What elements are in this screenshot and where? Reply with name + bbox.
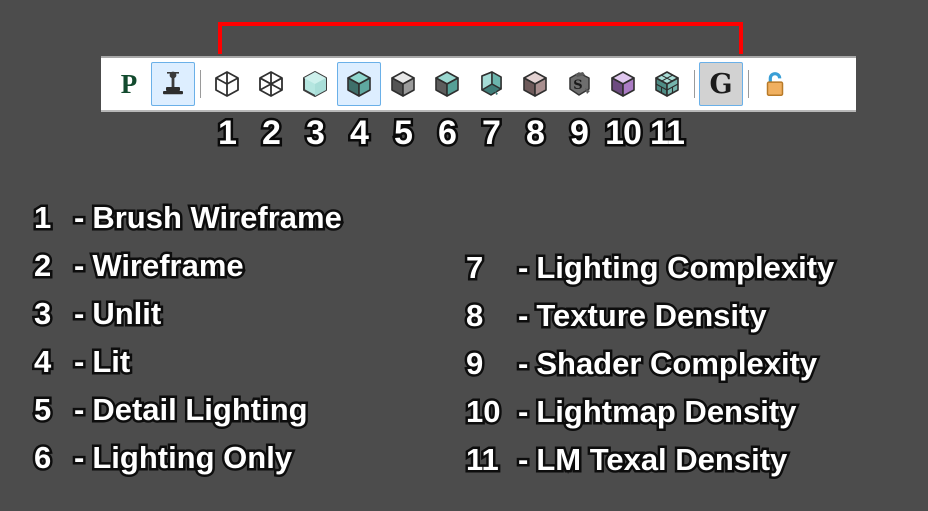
legend-item-4: 4 - Lit xyxy=(32,344,342,394)
lighting-tool-button[interactable] xyxy=(151,62,195,106)
legend-dash-1: - xyxy=(71,200,86,236)
legend-item-10: 10 - Lightmap Density xyxy=(464,394,834,444)
view-wireframe-button[interactable] xyxy=(249,62,293,106)
game-view-toggle-button[interactable]: G xyxy=(699,62,743,106)
number-label-8: 8 xyxy=(524,114,548,153)
texture-density-cube-icon xyxy=(523,71,547,97)
view-shader-complexity-button[interactable]: S xyxy=(557,62,601,106)
legend-item-9: 9 - Shader Complexity xyxy=(464,346,834,396)
number-label-4: 4 xyxy=(348,114,372,153)
legend-number-1: 1 xyxy=(32,200,54,236)
toolbar-separator-3 xyxy=(743,69,753,99)
legend-column-left: 1 - Brush Wireframe 2 - Wireframe 3 - Un… xyxy=(32,200,345,490)
number-label-11: 11 xyxy=(648,114,688,153)
number-label-10: 10 xyxy=(603,114,645,153)
letter-g-icon: G xyxy=(709,68,733,100)
legend-text-6: Lighting Only xyxy=(90,440,295,476)
legend-number-9: 9 xyxy=(464,346,486,382)
legend-item-11: 11 - LM Texal Density xyxy=(464,442,834,492)
legend-number-8: 8 xyxy=(464,298,486,334)
view-brush-wireframe-button[interactable] xyxy=(205,62,249,106)
legend-text-1: Brush Wireframe xyxy=(90,200,345,236)
view-texture-density-button[interactable] xyxy=(513,62,557,106)
lightmap-density-cube-icon xyxy=(611,71,635,97)
legend-dash-5: - xyxy=(71,392,86,428)
viewmode-toolbar: P S G xyxy=(101,56,856,112)
view-unlit-button[interactable] xyxy=(293,62,337,106)
legend-dash-9: - xyxy=(515,346,530,382)
p-button[interactable]: P xyxy=(107,62,151,106)
legend-column-right: 7 - Lighting Complexity 8 - Texture Dens… xyxy=(464,250,837,492)
unlit-cube-icon xyxy=(303,71,327,97)
legend-item-2: 2 - Wireframe xyxy=(32,248,342,298)
legend-item-7: 7 - Lighting Complexity xyxy=(464,250,837,300)
number-label-6: 6 xyxy=(436,114,460,153)
view-detail-lighting-button[interactable] xyxy=(381,62,425,106)
legend-number-7: 7 xyxy=(464,250,486,286)
legend-text-8: Texture Density xyxy=(534,298,769,334)
legend-dash-3: - xyxy=(71,296,86,332)
view-lighting-complexity-button[interactable] xyxy=(469,62,513,106)
svg-text:S: S xyxy=(573,78,582,93)
legend-text-9: Shader Complexity xyxy=(534,346,820,382)
legend-dash-11: - xyxy=(515,442,530,478)
view-lightmap-density-button[interactable] xyxy=(601,62,645,106)
light-placement-icon xyxy=(163,71,183,95)
view-lighting-only-button[interactable] xyxy=(425,62,469,106)
legend-dash-10: - xyxy=(515,394,530,430)
toolbar-separator-1 xyxy=(195,69,205,99)
toolbar-separator-2 xyxy=(689,69,699,99)
legend-item-8: 8 - Texture Density xyxy=(464,298,834,348)
lm-texel-density-cube-icon xyxy=(655,71,679,97)
legend-text-4: Lit xyxy=(90,344,133,380)
number-label-3: 3 xyxy=(304,114,328,153)
legend-text-7: Lighting Complexity xyxy=(534,250,837,286)
legend-number-5: 5 xyxy=(32,392,54,428)
lock-button[interactable] xyxy=(753,62,797,106)
legend-number-4: 4 xyxy=(32,344,54,380)
legend-dash-6: - xyxy=(71,440,86,476)
legend-item-6: 6 - Lighting Only xyxy=(32,440,342,490)
toolbar-number-labels: x x 1 2 3 4 5 6 7 8 9 10 11 xyxy=(101,114,856,160)
wireframe-cube-icon xyxy=(259,71,283,97)
brush-wireframe-cube-icon xyxy=(215,71,239,97)
number-label-2: 2 xyxy=(260,114,284,153)
legend-dash-4: - xyxy=(71,344,86,380)
letter-p-icon: P xyxy=(120,68,138,99)
red-bracket-annotation xyxy=(218,22,743,54)
legend-item-1: 1 - Brush Wireframe xyxy=(32,200,345,250)
legend-number-3: 3 xyxy=(32,296,54,332)
lighting-complexity-icon xyxy=(481,71,502,96)
lit-cube-icon xyxy=(347,71,371,97)
lock-icon xyxy=(766,72,784,96)
view-lm-texel-density-button[interactable] xyxy=(645,62,689,106)
number-label-5: 5 xyxy=(392,114,416,153)
legend-number-10: 10 xyxy=(464,394,503,430)
legend-dash-8: - xyxy=(515,298,530,334)
legend-text-2: Wireframe xyxy=(90,248,246,284)
detail-lighting-cube-icon xyxy=(391,71,415,97)
view-lit-button[interactable] xyxy=(337,62,381,106)
number-label-9: 9 xyxy=(568,114,592,153)
lighting-only-cube-icon xyxy=(435,71,459,97)
legend-dash-2: - xyxy=(71,248,86,284)
shader-complexity-icon: S xyxy=(569,72,590,96)
legend-dash-7: - xyxy=(515,250,530,286)
legend-item-3: 3 - Unlit xyxy=(32,296,342,346)
legend-text-3: Unlit xyxy=(90,296,164,332)
number-label-1: 1 xyxy=(216,114,240,153)
legend-number-2: 2 xyxy=(32,248,54,284)
legend-text-10: Lightmap Density xyxy=(534,394,799,430)
legend-number-11: 11 xyxy=(464,442,502,478)
legend-text-5: Detail Lighting xyxy=(90,392,310,428)
legend-text-11: LM Texal Density xyxy=(534,442,790,478)
legend-number-6: 6 xyxy=(32,440,54,476)
legend-item-5: 5 - Detail Lighting xyxy=(32,392,342,442)
number-label-7: 7 xyxy=(480,114,504,153)
